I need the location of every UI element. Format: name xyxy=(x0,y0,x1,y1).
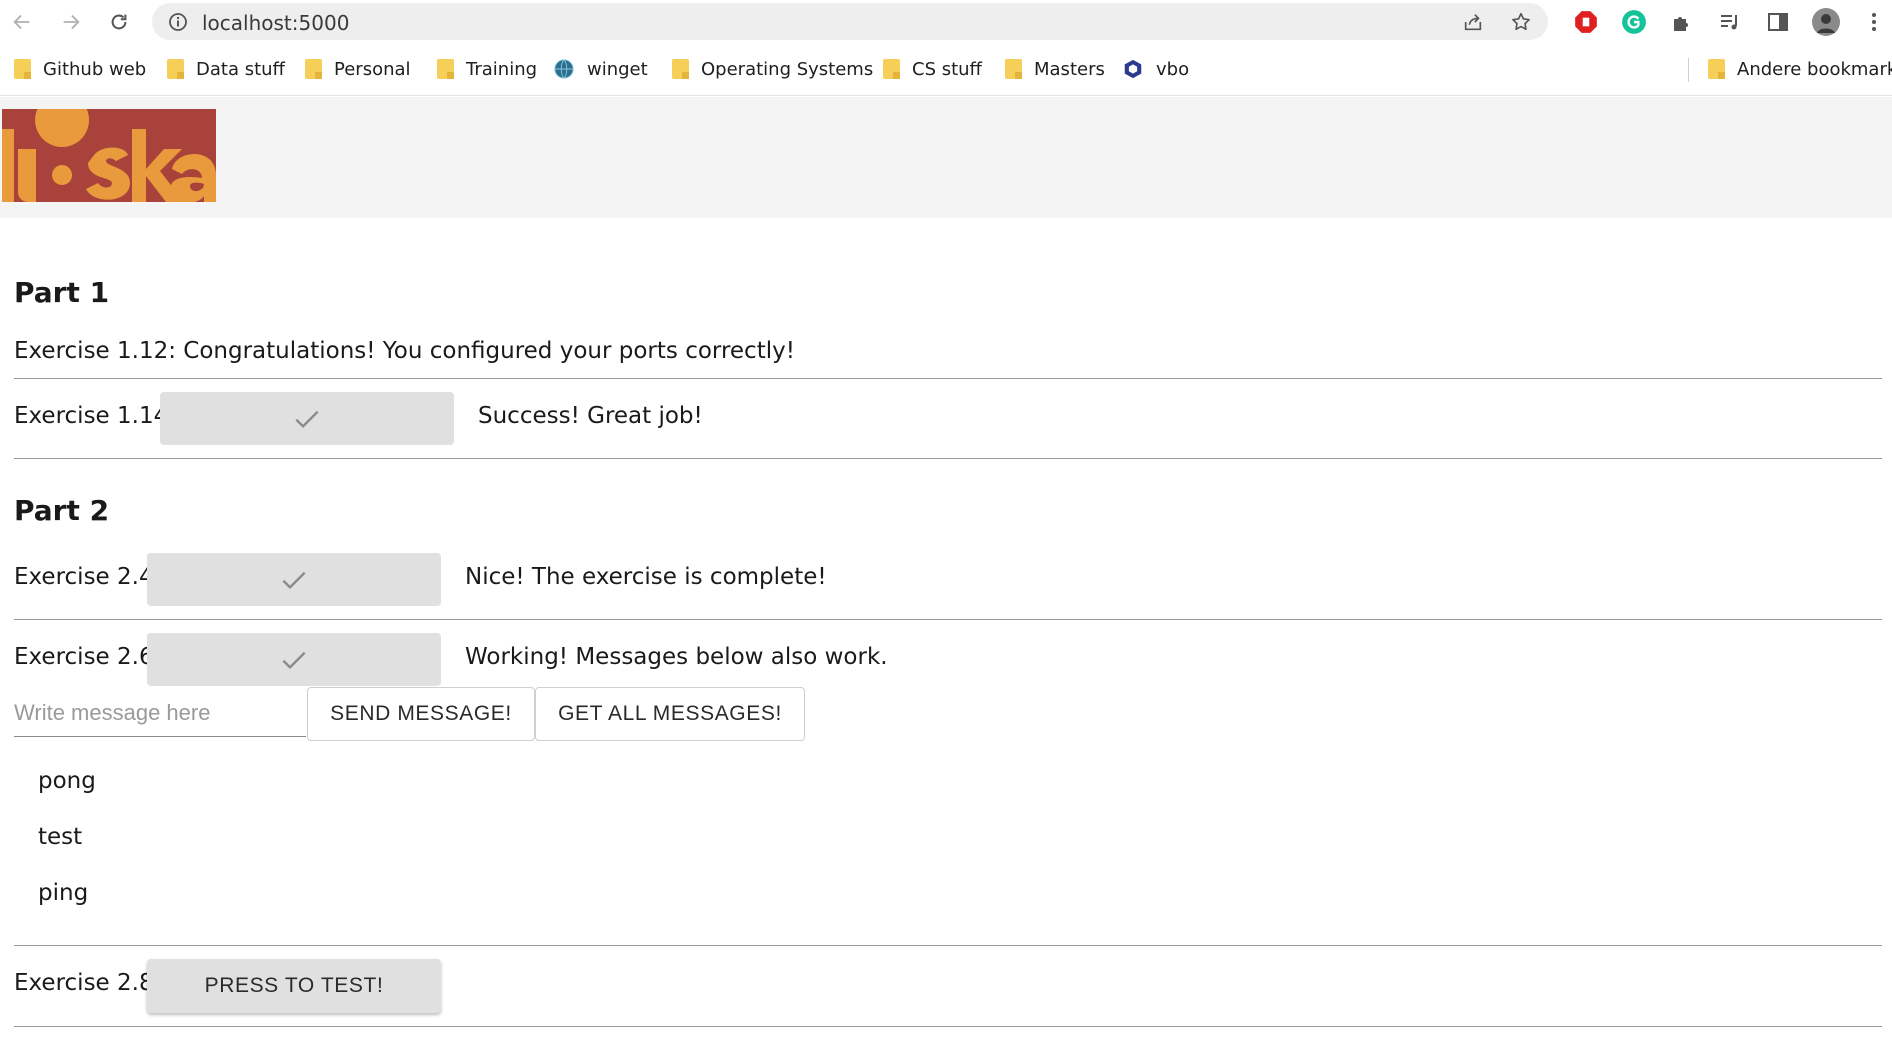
menu-button[interactable] xyxy=(1860,8,1888,36)
adblock-icon xyxy=(1575,11,1597,33)
star-icon[interactable] xyxy=(1510,11,1532,33)
puzzle-icon xyxy=(1674,17,1688,31)
bookmarks-bar: Github web Data stuff Personal Training … xyxy=(0,44,1892,96)
url-text: localhost:5000 xyxy=(202,11,350,35)
bookmark-label: winget xyxy=(587,58,648,80)
address-bar[interactable]: localhost:5000 xyxy=(152,3,1548,40)
bookmark-data-stuff[interactable]: Data stuff xyxy=(167,56,285,82)
message-item: ping xyxy=(38,880,89,906)
message-item: pong xyxy=(38,768,96,794)
reload-button[interactable] xyxy=(103,6,135,38)
exercise-2-8-label: Exercise 2.8: xyxy=(14,970,162,996)
folder-icon xyxy=(1005,59,1022,79)
bookmark-label: Andere bookmarks xyxy=(1737,58,1892,80)
exercise-1-14-status: Success! Great job! xyxy=(478,403,703,429)
bookmark-github-web[interactable]: Github web xyxy=(14,56,146,82)
exercise-1-14-label: Exercise 1.14: xyxy=(14,403,176,429)
bookmark-label: Data stuff xyxy=(196,58,285,80)
exercise-2-4-status: Nice! The exercise is complete! xyxy=(465,564,827,590)
media-button[interactable] xyxy=(1716,8,1744,36)
side-panel-icon xyxy=(1768,13,1788,31)
grammarly-extension[interactable] xyxy=(1620,8,1648,36)
bookmark-other[interactable]: Andere bookmarks xyxy=(1708,56,1892,82)
adblock-extension[interactable] xyxy=(1572,8,1600,36)
forward-button[interactable] xyxy=(55,6,87,38)
press-to-test-button[interactable]: PRESS TO TEST! xyxy=(147,959,441,1013)
message-input[interactable] xyxy=(14,690,306,737)
share-icon[interactable] xyxy=(1462,11,1484,33)
grammarly-icon xyxy=(1622,10,1646,34)
reload-icon xyxy=(111,14,127,30)
profile-button[interactable] xyxy=(1812,8,1840,36)
folder-icon xyxy=(437,59,454,79)
send-message-button[interactable]: SEND MESSAGE! xyxy=(307,687,535,741)
folder-icon xyxy=(1708,59,1725,79)
globe-icon xyxy=(554,59,574,79)
bookmark-label: Personal xyxy=(334,58,411,80)
divider xyxy=(14,1026,1882,1027)
bookmark-label: Training xyxy=(466,58,538,80)
folder-icon xyxy=(672,59,689,79)
extensions-button[interactable] xyxy=(1668,8,1696,36)
bookmark-label: Github web xyxy=(43,58,147,80)
playlist-icon xyxy=(1721,15,1737,30)
hexagon-icon xyxy=(1124,59,1142,79)
divider xyxy=(14,378,1882,379)
toska-logo xyxy=(2,109,216,202)
message-item: test xyxy=(38,824,83,850)
checkmark-icon xyxy=(295,410,319,428)
part1-heading: Part 1 xyxy=(14,276,110,309)
folder-icon xyxy=(167,59,184,79)
exercise-1-14-button[interactable] xyxy=(160,392,454,445)
checkmark-icon xyxy=(282,571,306,589)
folder-icon xyxy=(883,59,900,79)
part2-heading: Part 2 xyxy=(14,494,110,527)
bookmarks-divider xyxy=(1688,58,1689,82)
arrow-right-icon xyxy=(63,14,80,30)
get-all-messages-button[interactable]: GET ALL MESSAGES! xyxy=(535,687,805,741)
checkmark-icon xyxy=(282,651,306,669)
bookmark-label: Operating Systems xyxy=(701,58,874,80)
divider xyxy=(14,945,1882,946)
browser-toolbar: localhost:5000 xyxy=(0,0,1892,44)
bookmark-cs-stuff[interactable]: CS stuff xyxy=(883,56,982,82)
bookmark-winget[interactable]: winget xyxy=(553,56,648,82)
back-button[interactable] xyxy=(6,6,38,38)
bookmark-operating-systems[interactable]: Operating Systems xyxy=(672,56,873,82)
exercise-2-4-label: Exercise 2.4: xyxy=(14,564,162,590)
exercise-2-6-status: Working! Messages below also work. xyxy=(465,644,888,670)
arrow-left-icon xyxy=(13,14,30,30)
exercise-1-12-text: Exercise 1.12: Congratulations! You conf… xyxy=(14,338,795,364)
folder-icon xyxy=(14,59,31,79)
kebab-menu-icon xyxy=(1872,13,1876,31)
bookmark-vbo[interactable]: vbo xyxy=(1122,56,1189,82)
divider xyxy=(14,619,1882,620)
info-icon[interactable] xyxy=(168,12,188,32)
bookmark-training[interactable]: Training xyxy=(437,56,537,82)
bookmark-label: Masters xyxy=(1034,58,1105,80)
divider xyxy=(14,458,1882,459)
bookmark-label: vbo xyxy=(1156,58,1190,80)
exercise-2-6-button[interactable] xyxy=(147,633,441,686)
page-header xyxy=(0,97,1892,218)
folder-icon xyxy=(305,59,322,79)
bookmark-label: CS stuff xyxy=(912,58,982,80)
exercise-2-4-button[interactable] xyxy=(147,553,441,606)
avatar-icon xyxy=(1812,8,1840,36)
bookmark-personal[interactable]: Personal xyxy=(305,56,411,82)
exercise-2-6-label: Exercise 2.6: xyxy=(14,644,162,670)
side-panel-button[interactable] xyxy=(1764,8,1792,36)
bookmark-masters[interactable]: Masters xyxy=(1005,56,1105,82)
